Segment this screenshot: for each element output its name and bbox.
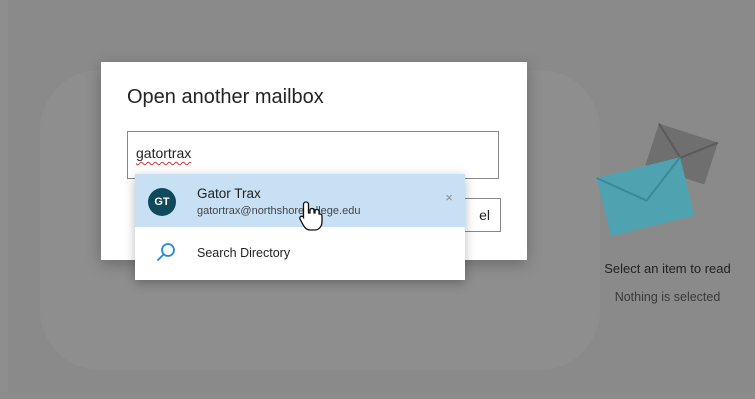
contact-name: Gator Trax	[197, 186, 261, 201]
avatar: GT	[148, 188, 176, 216]
reading-pane: Select an item to read Nothing is select…	[580, 110, 755, 330]
mailbox-input-value: gatortrax	[136, 145, 192, 161]
dialog-title: Open another mailbox	[127, 86, 324, 108]
window-edge-left	[0, 0, 8, 399]
close-icon[interactable]: ×	[442, 191, 456, 205]
search-directory-option[interactable]: Search Directory	[135, 227, 465, 280]
envelope-illustration-icon	[596, 122, 719, 237]
search-directory-label: Search Directory	[197, 246, 291, 260]
contact-email: gatortrax@northshorecollege.edu	[197, 205, 361, 217]
hand-cursor-icon	[299, 201, 323, 231]
window-edge-bottom	[0, 392, 755, 399]
search-icon	[157, 243, 175, 261]
mailbox-search-input[interactable]: gatortrax	[127, 131, 499, 179]
reading-pane-title: Select an item to read	[604, 261, 731, 276]
reading-pane-subtitle: Nothing is selected	[614, 290, 721, 304]
